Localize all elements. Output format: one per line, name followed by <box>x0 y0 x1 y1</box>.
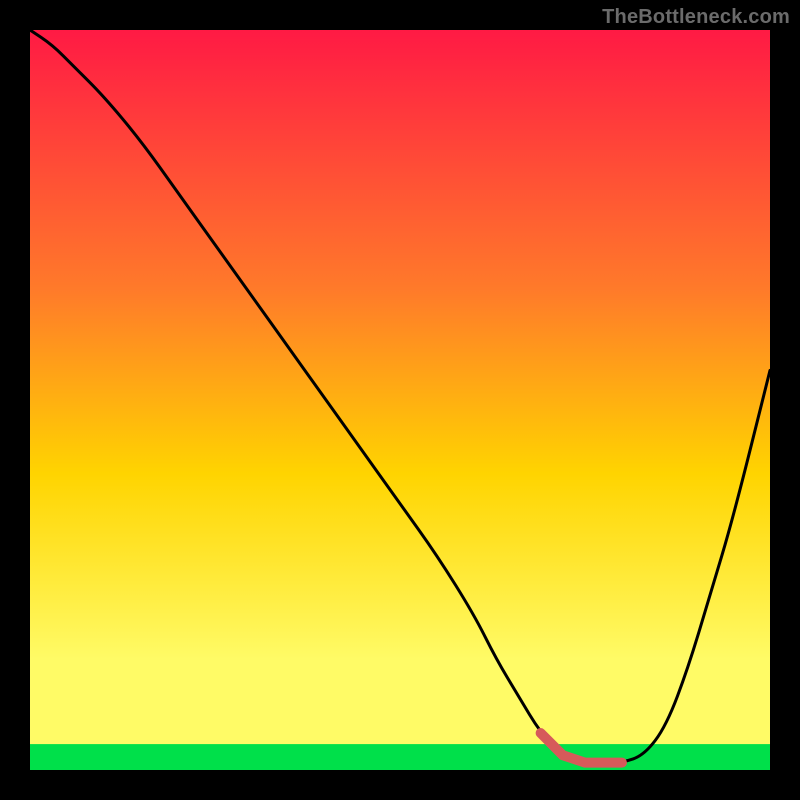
optimal-green-band <box>30 744 770 770</box>
watermark-label: TheBottleneck.com <box>602 6 790 29</box>
bottleneck-chart <box>0 0 800 800</box>
chart-stage: TheBottleneck.com <box>0 0 800 800</box>
